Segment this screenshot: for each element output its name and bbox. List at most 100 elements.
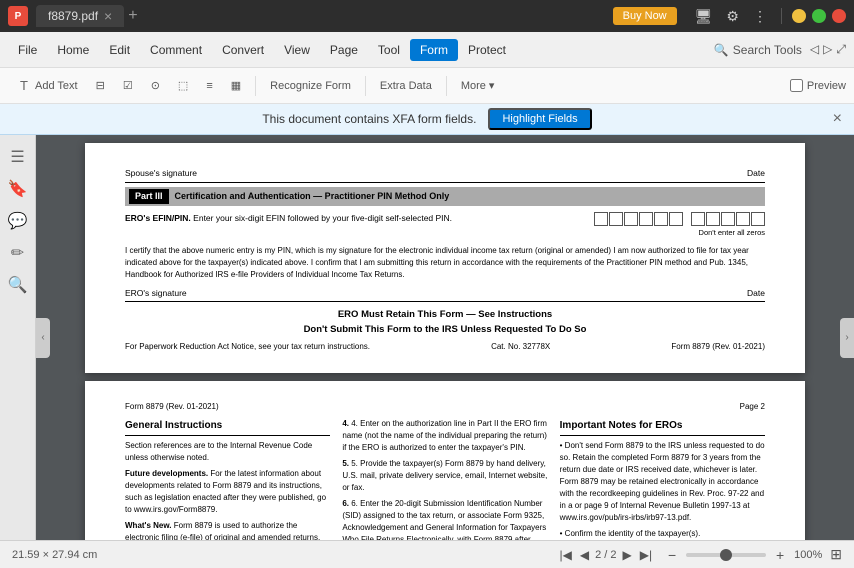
tb-icon-1[interactable]: ⊟ xyxy=(88,76,113,95)
more-button[interactable]: More ▾ xyxy=(453,76,503,95)
menu-file[interactable]: File xyxy=(8,39,47,61)
menu-comment[interactable]: Comment xyxy=(140,39,212,61)
efin-boxes: Don't enter all zeros xyxy=(594,212,765,238)
last-page-button[interactable]: ▶| xyxy=(638,546,654,564)
panel-icon-comment[interactable]: 💬 xyxy=(4,207,32,235)
toolbar-icon-2[interactable]: ⚙ xyxy=(722,6,743,27)
item-4: 4. 4. Enter on the authorization line in… xyxy=(342,418,547,454)
general-instructions-col: General Instructions Section references … xyxy=(125,418,330,540)
efin-box-10 xyxy=(736,212,750,226)
part3-header: Part III Certification and Authenticatio… xyxy=(125,187,765,207)
menu-tool[interactable]: Tool xyxy=(368,39,410,61)
total-pages: 2 xyxy=(610,549,616,561)
search-tools-button[interactable]: 🔍 Search Tools xyxy=(714,43,802,57)
page-indicator: 2 / 2 xyxy=(595,549,616,561)
tb-icon-6[interactable]: ▦ xyxy=(223,76,249,95)
tb-icon-2[interactable]: ☑ xyxy=(115,76,141,95)
tab-close-button[interactable]: × xyxy=(104,9,112,23)
preview-checkbox-area[interactable]: Preview xyxy=(790,79,846,92)
toolbar: T Add Text ⊟ ☑ ⊙ ⬚ ≡ ▦ Recognize Form Ex… xyxy=(0,68,854,104)
future-dev-text: Future developments. For the latest info… xyxy=(125,468,330,516)
menu-convert[interactable]: Convert xyxy=(212,39,274,61)
nav-forward-icon[interactable]: ▷ xyxy=(823,42,832,57)
efin-row: ERO's EFIN/PIN. Enter your six-digit EFI… xyxy=(125,212,765,238)
nav-back-icon[interactable]: ◁ xyxy=(810,42,819,57)
maximize-button[interactable] xyxy=(812,9,826,23)
menu-protect[interactable]: Protect xyxy=(458,39,516,61)
efin-box-4 xyxy=(639,212,653,226)
important-text-2: • Confirm the identity of the taxpayer(s… xyxy=(560,528,765,540)
important-notes-col: Important Notes for EROs • Don't send Fo… xyxy=(560,418,765,540)
efin-box-2 xyxy=(609,212,623,226)
collapse-right-button[interactable]: › xyxy=(840,318,854,358)
panel-icon-search[interactable]: 🔍 xyxy=(4,271,32,299)
zoom-in-button[interactable]: + xyxy=(770,545,790,565)
toolbar-separator-2 xyxy=(365,76,366,96)
menu-view[interactable]: View xyxy=(274,39,320,61)
must-retain-line2: Don't Submit This Form to the IRS Unless… xyxy=(125,323,765,337)
page-navigation: |◀ ◀ 2 / 2 ▶ ▶| xyxy=(558,546,655,564)
tb-icon-3[interactable]: ⊙ xyxy=(143,76,168,95)
toolbar-separator-1 xyxy=(255,76,256,96)
toolbar-icon-3[interactable]: ⋮ xyxy=(749,6,771,27)
status-bar: 21.59 × 27.94 cm |◀ ◀ 2 / 2 ▶ ▶| − + 100… xyxy=(0,540,854,568)
external-link-icon[interactable]: ⤢ xyxy=(836,42,846,57)
current-page: 2 xyxy=(595,549,601,561)
menu-edit[interactable]: Edit xyxy=(99,39,140,61)
status-right: |◀ ◀ 2 / 2 ▶ ▶| − + 100% ⊞ xyxy=(558,545,843,565)
more-chevron-icon: ▾ xyxy=(489,79,495,92)
add-text-button[interactable]: T Add Text xyxy=(8,75,86,97)
cat-no: Cat. No. 32778X xyxy=(491,341,550,353)
zoom-out-button[interactable]: − xyxy=(662,545,682,565)
first-page-button[interactable]: |◀ xyxy=(558,546,574,564)
zoom-level: 100% xyxy=(794,549,822,561)
zoom-slider[interactable] xyxy=(686,553,766,557)
fit-page-button[interactable]: ⊞ xyxy=(830,546,842,563)
efin-input-boxes xyxy=(594,212,765,226)
menu-page[interactable]: Page xyxy=(320,39,368,61)
search-icon: 🔍 xyxy=(714,43,729,57)
panel-icon-edit[interactable]: ✏ xyxy=(4,239,32,267)
preview-checkbox[interactable] xyxy=(790,79,803,92)
xfa-close-button[interactable]: × xyxy=(833,110,842,128)
extra-data-button[interactable]: Extra Data xyxy=(372,77,440,95)
must-retain: ERO Must Retain This Form — See Instruct… xyxy=(125,308,765,337)
tb-icon-4[interactable]: ⬚ xyxy=(170,76,196,95)
add-text-icon: T xyxy=(16,78,32,94)
xfa-banner: This document contains XFA form fields. … xyxy=(0,104,854,135)
page2-page-num: Page 2 xyxy=(740,401,765,412)
ero-sig-label: ERO's signature xyxy=(125,287,187,300)
highlight-fields-button[interactable]: Highlight Fields xyxy=(488,108,591,130)
toolbar-separator-3 xyxy=(446,76,447,96)
page2-header: Form 8879 (Rev. 01-2021) Page 2 xyxy=(125,401,765,412)
efin-label: ERO's EFIN/PIN. xyxy=(125,213,191,223)
prev-page-button[interactable]: ◀ xyxy=(578,546,591,564)
tb-icon-5[interactable]: ≡ xyxy=(198,77,220,95)
more-label: More xyxy=(461,80,486,92)
main-area: ☰ 🔖 💬 ✏ 🔍 ‹ › Spouse's signature Date Pa… xyxy=(0,135,854,540)
recognize-form-button[interactable]: Recognize Form xyxy=(262,77,359,95)
toolbar-icon-1[interactable]: 🖥 xyxy=(691,6,717,27)
collapse-left-button[interactable]: ‹ xyxy=(36,318,50,358)
buy-now-button[interactable]: Buy Now xyxy=(613,7,677,25)
zoom-controls: − + 100% xyxy=(662,545,822,565)
page2-columns: General Instructions Section references … xyxy=(125,418,765,540)
close-button[interactable] xyxy=(832,9,846,23)
menu-home[interactable]: Home xyxy=(47,39,99,61)
general-intro: Section references are to the Internal R… xyxy=(125,440,330,464)
spouse-sig-row: Spouse's signature Date xyxy=(125,167,765,183)
panel-icon-bookmark[interactable]: 🔖 xyxy=(4,175,32,203)
pdf-page-1: Spouse's signature Date Part III Certifi… xyxy=(85,143,805,373)
important-text-1: • Don't send Form 8879 to the IRS unless… xyxy=(560,440,765,524)
document-tab[interactable]: f8879.pdf × xyxy=(36,5,124,27)
efin-instruction: Enter your six-digit EFIN followed by yo… xyxy=(193,213,452,223)
next-page-button[interactable]: ▶ xyxy=(621,546,634,564)
add-tab-button[interactable]: + xyxy=(128,7,137,25)
add-text-label: Add Text xyxy=(35,80,78,92)
panel-icon-menu[interactable]: ☰ xyxy=(4,143,32,171)
efin-box-5 xyxy=(654,212,668,226)
minimize-button[interactable] xyxy=(792,9,806,23)
menu-form[interactable]: Form xyxy=(410,39,458,61)
important-notes-title: Important Notes for EROs xyxy=(560,418,765,436)
efin-box-9 xyxy=(721,212,735,226)
